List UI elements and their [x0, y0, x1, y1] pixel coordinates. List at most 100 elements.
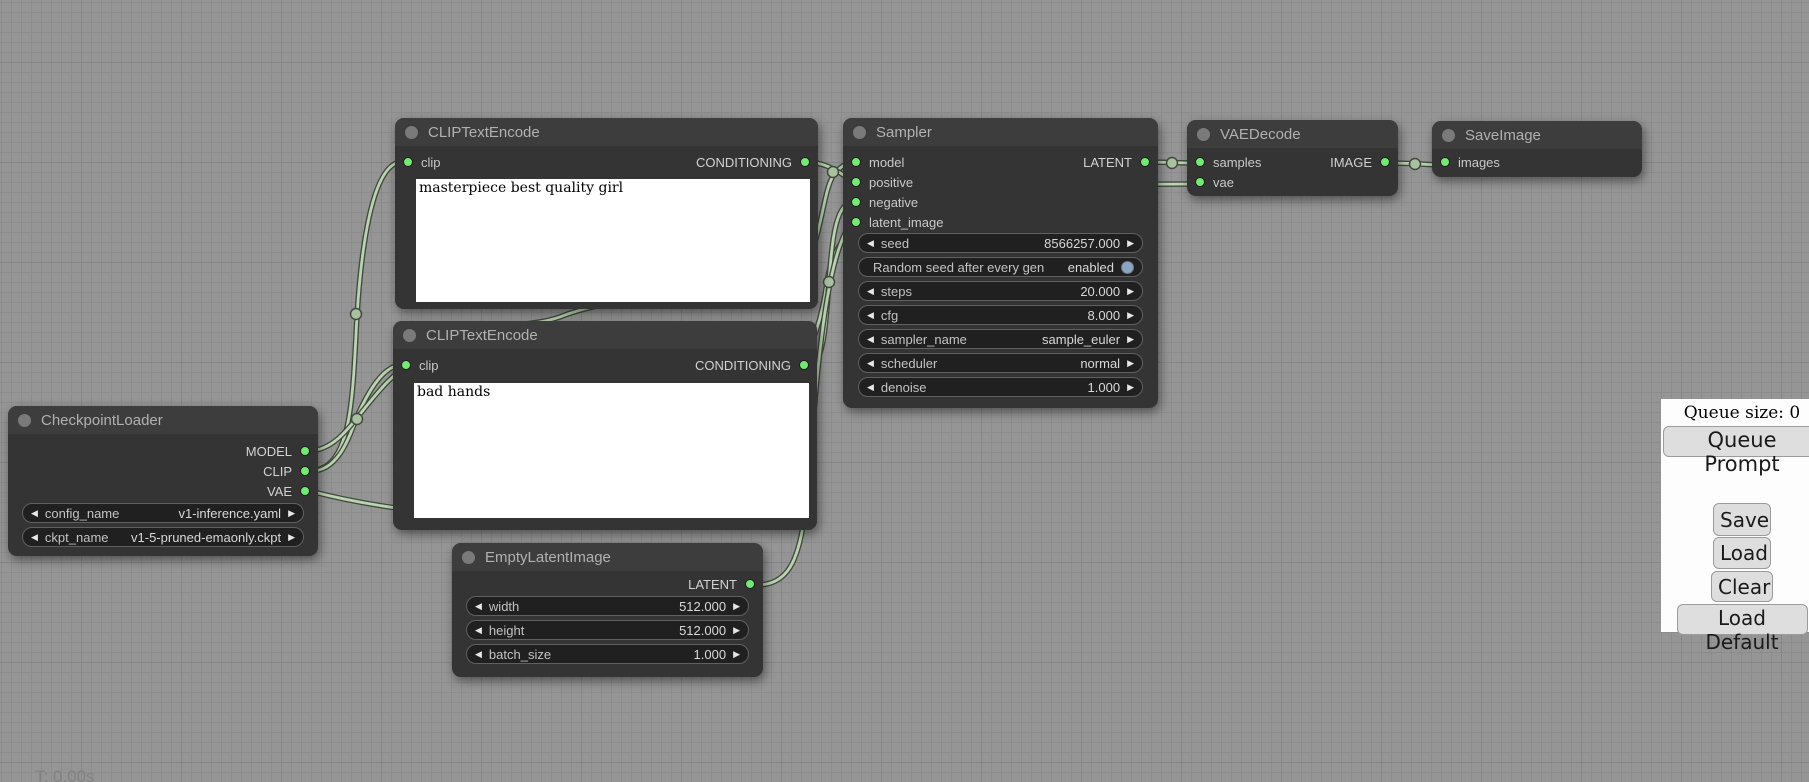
widget-denoise[interactable]: ◀ denoise 1.000 ▶ [858, 377, 1143, 397]
collapse-dot-icon[interactable] [462, 551, 475, 564]
output-port-image[interactable] [1380, 157, 1390, 167]
load-button[interactable]: Load [1713, 537, 1771, 569]
collapse-dot-icon[interactable] [405, 126, 418, 139]
output-label: CONDITIONING [696, 155, 792, 170]
widget-scheduler[interactable]: ◀ scheduler normal ▶ [858, 353, 1143, 373]
input-label: clip [419, 358, 439, 373]
input-port-vae[interactable] [1195, 177, 1205, 187]
decrement-arrow-icon[interactable]: ◀ [867, 239, 874, 248]
collapse-dot-icon[interactable] [403, 329, 416, 342]
decrement-arrow-icon[interactable]: ◀ [867, 311, 874, 320]
increment-arrow-icon[interactable]: ▶ [288, 509, 295, 518]
node-title: CheckpointLoader [41, 412, 163, 429]
save-button[interactable]: Save [1713, 503, 1771, 536]
increment-arrow-icon[interactable]: ▶ [1127, 311, 1134, 320]
node-title-bar[interactable]: SaveImage [1432, 121, 1642, 149]
widget-steps[interactable]: ◀ steps 20.000 ▶ [858, 281, 1143, 301]
link-midpoint-dot [1167, 158, 1178, 169]
queue-size-label: Queue size: 0 [1661, 403, 1809, 423]
load-default-button[interactable]: Load Default [1677, 604, 1808, 635]
decrement-arrow-icon[interactable]: ◀ [867, 383, 874, 392]
input-port-latent-image[interactable] [851, 217, 861, 227]
increment-arrow-icon[interactable]: ▶ [1127, 359, 1134, 368]
output-port-model[interactable] [300, 446, 310, 456]
output-port-latent[interactable] [745, 579, 755, 589]
input-label: samples [1213, 155, 1261, 170]
input-port-positive[interactable] [851, 177, 861, 187]
output-label: LATENT [1083, 155, 1132, 170]
decrement-arrow-icon[interactable]: ◀ [475, 650, 482, 659]
output-label: CLIP [263, 464, 292, 479]
collapse-dot-icon[interactable] [853, 126, 866, 139]
node-checkpoint-loader[interactable]: CheckpointLoader MODEL CLIP VAE ◀ config… [8, 406, 318, 556]
increment-arrow-icon[interactable]: ▶ [1127, 335, 1134, 344]
output-port-conditioning[interactable] [799, 360, 809, 370]
input-port-negative[interactable] [851, 197, 861, 207]
increment-arrow-icon[interactable]: ▶ [733, 602, 740, 611]
node-title-bar[interactable]: CLIPTextEncode [395, 118, 818, 146]
node-title: SaveImage [1465, 127, 1541, 144]
increment-arrow-icon[interactable]: ▶ [288, 533, 295, 542]
decrement-arrow-icon[interactable]: ◀ [867, 287, 874, 296]
node-graph-canvas[interactable]: CheckpointLoader MODEL CLIP VAE ◀ config… [0, 0, 1809, 782]
decrement-arrow-icon[interactable]: ◀ [31, 533, 38, 542]
widget-batch-size[interactable]: ◀ batch_size 1.000 ▶ [466, 644, 749, 664]
node-clip-text-encode-positive[interactable]: CLIPTextEncode clip CONDITIONING masterp… [395, 118, 818, 309]
decrement-arrow-icon[interactable]: ◀ [475, 626, 482, 635]
clear-button[interactable]: Clear [1711, 571, 1773, 602]
increment-arrow-icon[interactable]: ▶ [1127, 239, 1134, 248]
output-port-clip[interactable] [300, 466, 310, 476]
negative-prompt-textarea[interactable]: bad hands [414, 383, 809, 518]
increment-arrow-icon[interactable]: ▶ [733, 650, 740, 659]
node-title-bar[interactable]: VAEDecode [1187, 120, 1398, 148]
widget-ckpt-name[interactable]: ◀ ckpt_name v1-5-pruned-emaonly.ckpt ▶ [22, 527, 304, 547]
increment-arrow-icon[interactable]: ▶ [733, 626, 740, 635]
node-title-bar[interactable]: Sampler [843, 118, 1158, 146]
increment-arrow-icon[interactable]: ▶ [1127, 383, 1134, 392]
input-label: clip [421, 155, 441, 170]
queue-prompt-button[interactable]: Queue Prompt [1663, 426, 1809, 457]
node-title-bar[interactable]: EmptyLatentImage [452, 543, 763, 571]
widget-random-seed-toggle[interactable]: Random seed after every gen enabled [858, 257, 1143, 277]
collapse-dot-icon[interactable] [18, 414, 31, 427]
collapse-dot-icon[interactable] [1197, 128, 1210, 141]
node-title-bar[interactable]: CheckpointLoader [8, 406, 318, 434]
decrement-arrow-icon[interactable]: ◀ [475, 602, 482, 611]
increment-arrow-icon[interactable]: ▶ [1127, 287, 1134, 296]
widget-width[interactable]: ◀ width 512.000 ▶ [466, 596, 749, 616]
link-midpoint-dot [824, 277, 835, 288]
node-title: CLIPTextEncode [428, 124, 540, 141]
node-title-bar[interactable]: CLIPTextEncode [393, 321, 817, 349]
decrement-arrow-icon[interactable]: ◀ [867, 335, 874, 344]
widget-cfg[interactable]: ◀ cfg 8.000 ▶ [858, 305, 1143, 325]
node-sampler[interactable]: Sampler model LATENT positive negative l… [843, 118, 1158, 408]
node-vae-decode[interactable]: VAEDecode samples IMAGE vae [1187, 120, 1398, 196]
decrement-arrow-icon[interactable]: ◀ [31, 509, 38, 518]
input-label: latent_image [869, 215, 943, 230]
input-port-images[interactable] [1440, 157, 1450, 167]
link-midpoint-dot [1410, 159, 1421, 170]
input-port-clip[interactable] [401, 360, 411, 370]
widget-seed[interactable]: ◀ seed 8566257.000 ▶ [858, 233, 1143, 253]
widget-height[interactable]: ◀ height 512.000 ▶ [466, 620, 749, 640]
output-label: IMAGE [1330, 155, 1372, 170]
input-label: vae [1213, 175, 1234, 190]
input-port-clip[interactable] [403, 157, 413, 167]
output-label: LATENT [688, 577, 737, 592]
widget-sampler-name[interactable]: ◀ sampler_name sample_euler ▶ [858, 329, 1143, 349]
toggle-enabled-icon[interactable] [1121, 261, 1134, 274]
output-label: VAE [267, 484, 292, 499]
collapse-dot-icon[interactable] [1442, 129, 1455, 142]
input-port-samples[interactable] [1195, 157, 1205, 167]
node-empty-latent-image[interactable]: EmptyLatentImage LATENT ◀ width 512.000 … [452, 543, 763, 677]
node-title: Sampler [876, 124, 932, 141]
input-port-model[interactable] [851, 157, 861, 167]
decrement-arrow-icon[interactable]: ◀ [867, 359, 874, 368]
output-port-conditioning[interactable] [800, 157, 810, 167]
output-port-latent[interactable] [1140, 157, 1150, 167]
positive-prompt-textarea[interactable]: masterpiece best quality girl [416, 179, 810, 302]
output-port-vae[interactable] [300, 486, 310, 496]
widget-config-name[interactable]: ◀ config_name v1-inference.yaml ▶ [22, 503, 304, 523]
node-save-image[interactable]: SaveImage images [1432, 121, 1642, 177]
node-clip-text-encode-negative[interactable]: CLIPTextEncode clip CONDITIONING bad han… [393, 321, 817, 530]
